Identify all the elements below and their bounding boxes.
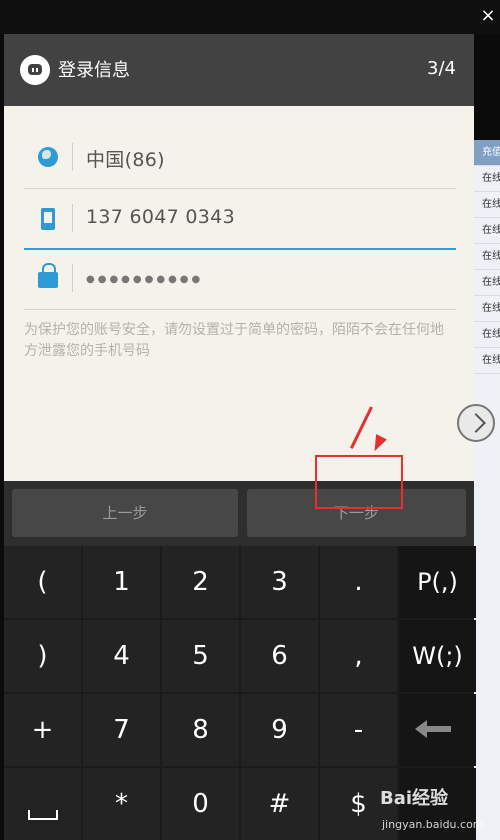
baidu-watermark: Bai经验 jingyan.baidu.com [380, 784, 500, 840]
background-row: 在线 [474, 192, 500, 218]
next-page-arrow-icon[interactable] [457, 404, 495, 442]
region-value: 中国(86) [86, 149, 165, 171]
background-row: 充值 [474, 140, 500, 166]
key-wait[interactable]: W(;) [399, 620, 476, 692]
region-field[interactable]: 中国(86) [24, 131, 456, 189]
field-divider [72, 204, 73, 232]
watermark-url: jingyan.baidu.com [382, 818, 484, 831]
background-row: 在线 [474, 166, 500, 192]
annotation-highlight-box [315, 455, 403, 509]
key-comma[interactable]: , [320, 620, 397, 692]
backspace-icon [415, 720, 451, 738]
background-row: 在线 [474, 244, 500, 270]
background-row: 在线 [474, 270, 500, 296]
window-titlebar: × [0, 0, 500, 34]
key-2[interactable]: 2 [162, 546, 239, 618]
security-hint: 为保护您的账号安全，请勿设置过于简单的密码，陌陌不会在任何地方泄露您的手机号码 [24, 322, 444, 359]
phone-screen: 登录信息 3/4 中国(86) 137 6047 0343 ●●●●●●●●●●… [4, 34, 476, 840]
action-bar: 上一步 下一步 [4, 481, 474, 546]
field-divider [72, 143, 73, 171]
background-row: 在线 [474, 322, 500, 348]
lock-icon [38, 263, 58, 288]
step-indicator: 3/4 [427, 58, 456, 79]
space-key[interactable] [4, 768, 81, 840]
globe-icon [38, 147, 58, 167]
key-hash[interactable]: # [241, 768, 318, 840]
key-plus[interactable]: + [4, 694, 81, 766]
key-asterisk[interactable]: * [83, 768, 160, 840]
backspace-key[interactable] [399, 694, 476, 766]
key-8[interactable]: 8 [162, 694, 239, 766]
background-row: 在线 [474, 348, 500, 374]
key-5[interactable]: 5 [162, 620, 239, 692]
app-header: 登录信息 3/4 [4, 34, 474, 106]
key-0[interactable]: 0 [162, 768, 239, 840]
password-input[interactable]: ●●●●●●●●●● [24, 252, 456, 310]
chat-bubble-icon [20, 55, 50, 85]
phone-number-input[interactable]: 137 6047 0343 [24, 192, 456, 250]
background-row: 在线 [474, 218, 500, 244]
key-6[interactable]: 6 [241, 620, 318, 692]
key-7[interactable]: 7 [83, 694, 160, 766]
key-4[interactable]: 4 [83, 620, 160, 692]
watermark-logo: Bai经验 [380, 788, 449, 809]
background-app-panel: 充值 在线 在线 在线 在线 在线 在线 在线 在线 [474, 140, 500, 840]
previous-step-button[interactable]: 上一步 [12, 489, 238, 537]
key-1[interactable]: 1 [83, 546, 160, 618]
space-icon [28, 810, 58, 820]
phone-icon [41, 208, 55, 230]
phone-number-value: 137 6047 0343 [86, 206, 235, 228]
key-9[interactable]: 9 [241, 694, 318, 766]
key-3[interactable]: 3 [241, 546, 318, 618]
background-row: 在线 [474, 296, 500, 322]
field-divider [72, 264, 73, 292]
key-close-paren[interactable]: ) [4, 620, 81, 692]
key-minus[interactable]: - [320, 694, 397, 766]
key-pause[interactable]: P(,) [399, 546, 476, 618]
page-title: 登录信息 [58, 60, 130, 81]
password-value: ●●●●●●●●●● [86, 274, 204, 285]
key-period[interactable]: . [320, 546, 397, 618]
window-close-button[interactable]: × [476, 0, 500, 34]
key-open-paren[interactable]: ( [4, 546, 81, 618]
